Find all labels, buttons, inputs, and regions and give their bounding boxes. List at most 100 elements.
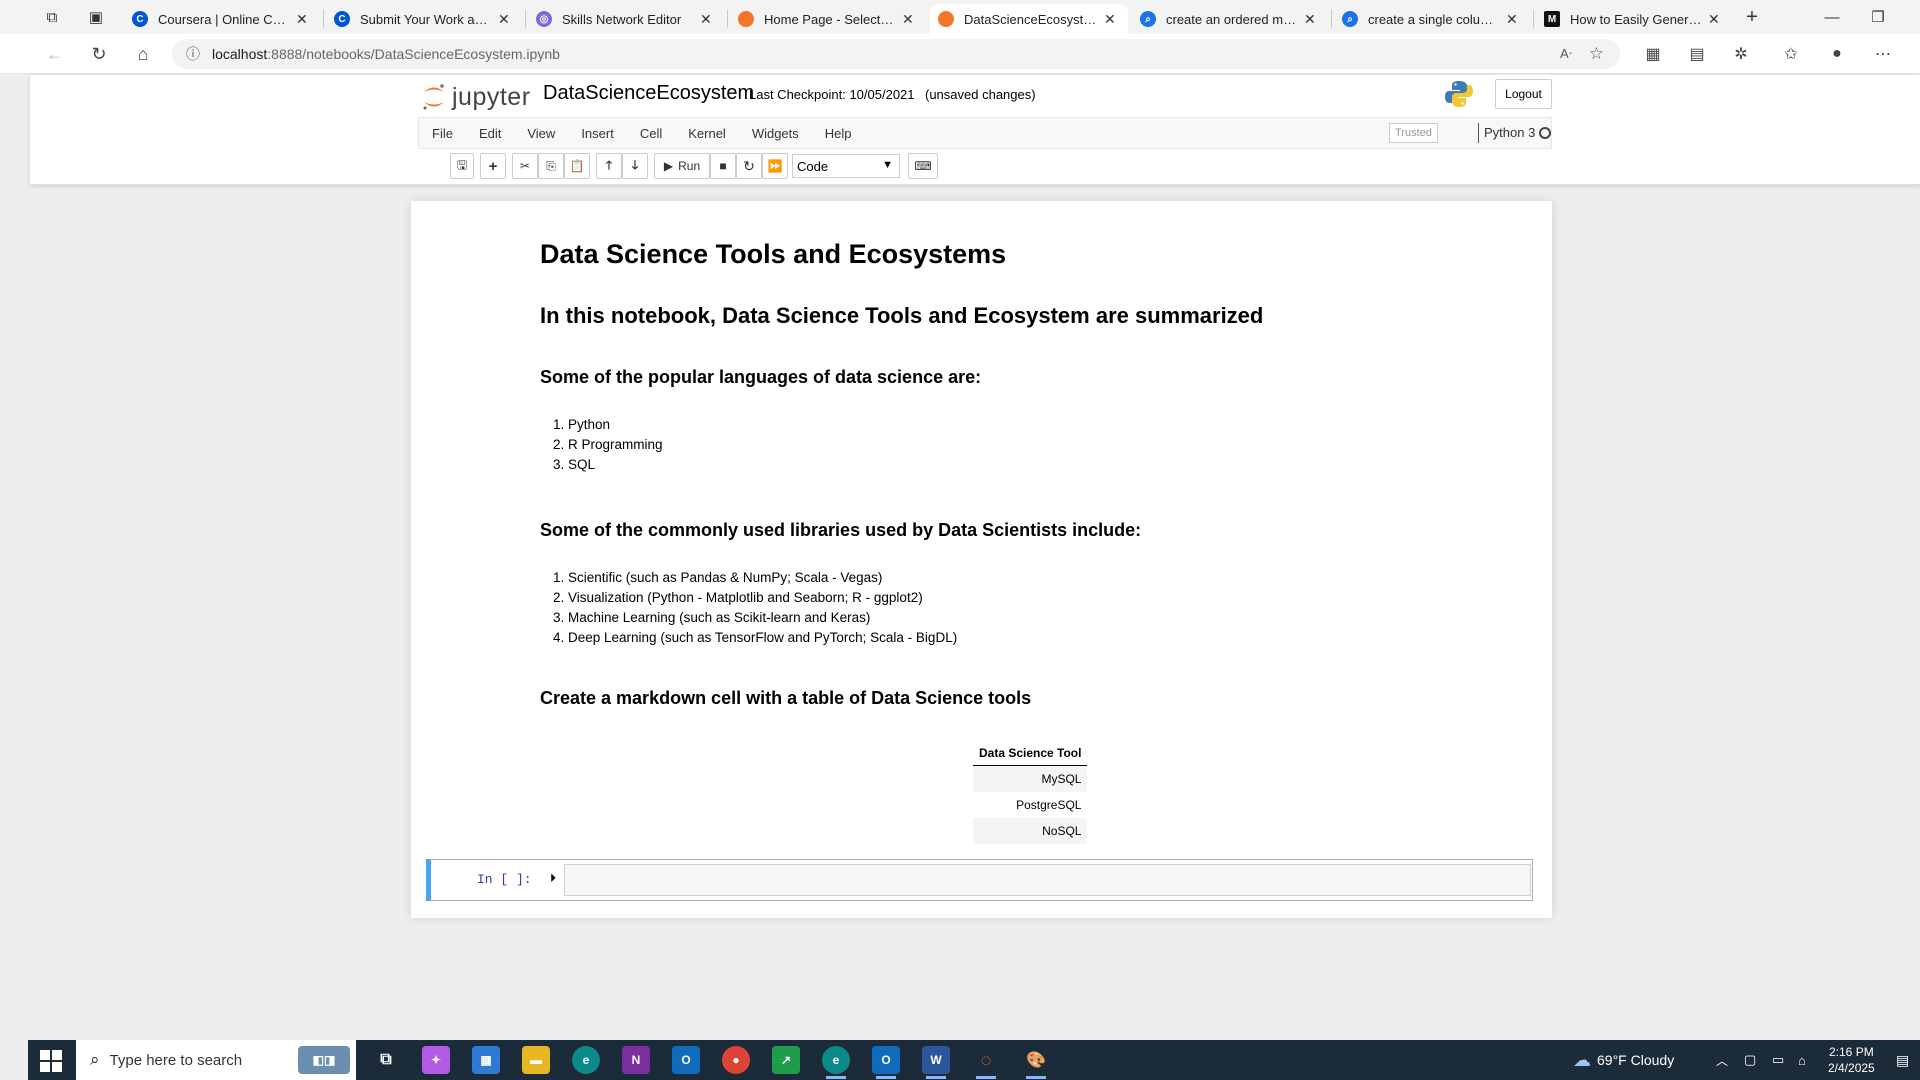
menu-cell[interactable]: Cell [627, 126, 675, 141]
tab-actions-icon[interactable]: ▣ [84, 6, 108, 28]
notifications-icon[interactable]: ▤ [1896, 1040, 1909, 1080]
menu-help[interactable]: Help [812, 126, 865, 141]
tab-home-page[interactable]: Home Page - Select or cre ✕ [730, 4, 926, 34]
back-icon[interactable]: ← [42, 42, 68, 66]
list-item: Scientific (such as Pandas & NumPy; Scal… [568, 568, 1512, 588]
system-clock[interactable]: 2:16 PM 2/4/2025 [1828, 1044, 1875, 1076]
logout-button[interactable]: Logout [1495, 79, 1552, 109]
save-button[interactable]: 🖫 [450, 153, 474, 179]
profile-avatar-icon[interactable]: ● [1824, 42, 1850, 66]
address-bar[interactable]: ⓘ localhost:8888/notebooks/DataScienceEc… [172, 39, 1620, 69]
tab-submit-work[interactable]: C Submit Your Work and Gra ✕ [326, 4, 522, 34]
copy-icon: ⎘ [546, 158, 556, 173]
jupyter-logo[interactable]: jupyter [422, 80, 531, 114]
languages-heading: Some of the popular languages of data sc… [540, 367, 982, 387]
code-cell[interactable]: In [ ]: ⏵ [426, 859, 1533, 901]
word-icon[interactable]: W [922, 1046, 950, 1079]
close-tab-icon[interactable]: ✕ [296, 11, 312, 28]
clock-time: 2:16 PM [1829, 1045, 1874, 1059]
meet-now-icon[interactable]: ▢ [1744, 1040, 1756, 1080]
extension-icon[interactable]: ▦ [1640, 42, 1666, 66]
cell-type-select[interactable]: Code ▼ [792, 154, 900, 178]
paint-icon[interactable]: 🎨 [1022, 1046, 1050, 1079]
medium-icon: M [1544, 11, 1560, 27]
skills-network-icon: ◎ [536, 11, 552, 27]
tab-skills-network[interactable]: ◎ Skills Network Editor ✕ [528, 4, 724, 34]
copy-button[interactable]: ⎘ [538, 153, 564, 179]
stocks-app-icon[interactable]: ↗ [772, 1046, 800, 1074]
notebook-name[interactable]: DataScienceEcosystem [543, 82, 754, 105]
favorite-star-icon[interactable]: ☆ [1589, 44, 1604, 64]
run-cell-icon[interactable]: ⏵ [550, 871, 556, 886]
menu-file[interactable]: File [419, 126, 466, 141]
interrupt-button[interactable]: ■ [710, 153, 736, 179]
store-icon[interactable]: ▦ [472, 1046, 500, 1074]
close-tab-icon[interactable]: ✕ [700, 11, 716, 28]
site-info-icon[interactable]: ⓘ [186, 44, 200, 64]
screenshot-icon[interactable]: ▤ [1684, 42, 1710, 66]
menu-kernel[interactable]: Kernel [675, 126, 739, 141]
network-icon[interactable]: ⌂ [1798, 1040, 1806, 1080]
tab-how-to-generate[interactable]: M How to Easily Generate a T ✕ [1536, 4, 1732, 34]
workspaces-icon[interactable]: ⧉ [40, 6, 64, 28]
search-icon: ⌕ [90, 1050, 100, 1069]
read-aloud-icon[interactable]: Aᐧ [1560, 46, 1572, 62]
restart-button[interactable]: ↻ [736, 153, 762, 179]
close-tab-icon[interactable]: ✕ [1506, 11, 1522, 28]
tab-ordered-markdown-search[interactable]: ⌕ create an ordered markdo ✕ [1132, 4, 1328, 34]
close-tab-icon[interactable]: ✕ [498, 11, 514, 28]
move-down-button[interactable]: 🡓 [622, 153, 648, 179]
new-tab-button[interactable]: + [1740, 6, 1764, 28]
browser-tab-strip: ⧉ ▣ C Coursera | Online Courses ✕ C Subm… [0, 0, 1920, 34]
file-explorer-icon[interactable]: ▬ [522, 1046, 550, 1074]
refresh-icon[interactable]: ↻ [86, 42, 112, 66]
keyboard-icon: ⌨ [914, 159, 932, 173]
list-item: R Programming [568, 435, 1512, 455]
edge-active-icon[interactable]: e [822, 1046, 850, 1079]
menu-widgets[interactable]: Widgets [739, 126, 812, 141]
close-tab-icon[interactable]: ✕ [902, 11, 918, 28]
restore-icon[interactable]: ❐ [1866, 6, 1890, 28]
run-button[interactable]: ▶ Run [654, 153, 710, 179]
command-palette-button[interactable]: ⌨ [908, 153, 938, 179]
onenote-icon[interactable]: N [622, 1046, 650, 1074]
outlook-active-icon[interactable]: O [872, 1046, 900, 1079]
trusted-indicator[interactable]: Trusted [1389, 123, 1438, 143]
table-heading: Create a markdown cell with a table of D… [540, 688, 1032, 708]
paste-button[interactable]: 📋 [564, 153, 590, 179]
more-options-icon[interactable]: ⋯ [1870, 42, 1896, 66]
chrome-icon[interactable]: ● [722, 1046, 750, 1074]
restart-icon: ↻ [743, 157, 755, 174]
jupyter-favicon-icon [738, 11, 754, 27]
move-up-button[interactable]: 🡑 [596, 153, 622, 179]
menu-view[interactable]: View [514, 126, 568, 141]
edge-icon[interactable]: e [572, 1046, 600, 1074]
code-input[interactable] [564, 864, 1531, 896]
menu-edit[interactable]: Edit [466, 126, 514, 141]
insert-cell-button[interactable]: + [480, 153, 506, 179]
search-highlight-icon[interactable]: ◧◨ [298, 1046, 350, 1074]
tab-data-science-ecosystem[interactable]: DataScienceEcosystem - Ju ✕ [930, 4, 1128, 34]
close-tab-icon[interactable]: ✕ [1104, 11, 1120, 28]
extensions-puzzle-icon[interactable]: ✲ [1728, 42, 1754, 66]
show-hidden-icons[interactable]: ︿ [1716, 1040, 1728, 1080]
copilot-icon[interactable]: ✦ [422, 1046, 450, 1074]
home-icon[interactable]: ⌂ [130, 42, 156, 66]
task-view-icon[interactable]: ⧉ [372, 1046, 400, 1074]
close-tab-icon[interactable]: ✕ [1708, 11, 1724, 28]
tab-single-column-search[interactable]: ⌕ create a single column ma ✕ [1334, 4, 1530, 34]
close-tab-icon[interactable]: ✕ [1304, 11, 1320, 28]
jupyter-app-icon[interactable]: ◌ [972, 1046, 1000, 1079]
restart-run-all-button[interactable]: ⏩ [762, 153, 788, 179]
outlook-icon[interactable]: O [672, 1046, 700, 1074]
kernel-name[interactable]: Python 3 [1484, 125, 1535, 140]
jupyter-favicon-icon [938, 11, 954, 27]
weather-widget[interactable]: ☁ 69°F Cloudy [1573, 1040, 1674, 1080]
tab-coursera[interactable]: C Coursera | Online Courses ✕ [124, 4, 320, 34]
cut-button[interactable]: ✂ [512, 153, 538, 179]
minimize-icon[interactable]: — [1820, 6, 1844, 28]
windows-start-icon[interactable] [40, 1050, 62, 1072]
favorites-icon[interactable]: ✩ [1778, 42, 1804, 66]
battery-icon[interactable]: ▭ [1772, 1040, 1784, 1080]
menu-insert[interactable]: Insert [568, 126, 627, 141]
